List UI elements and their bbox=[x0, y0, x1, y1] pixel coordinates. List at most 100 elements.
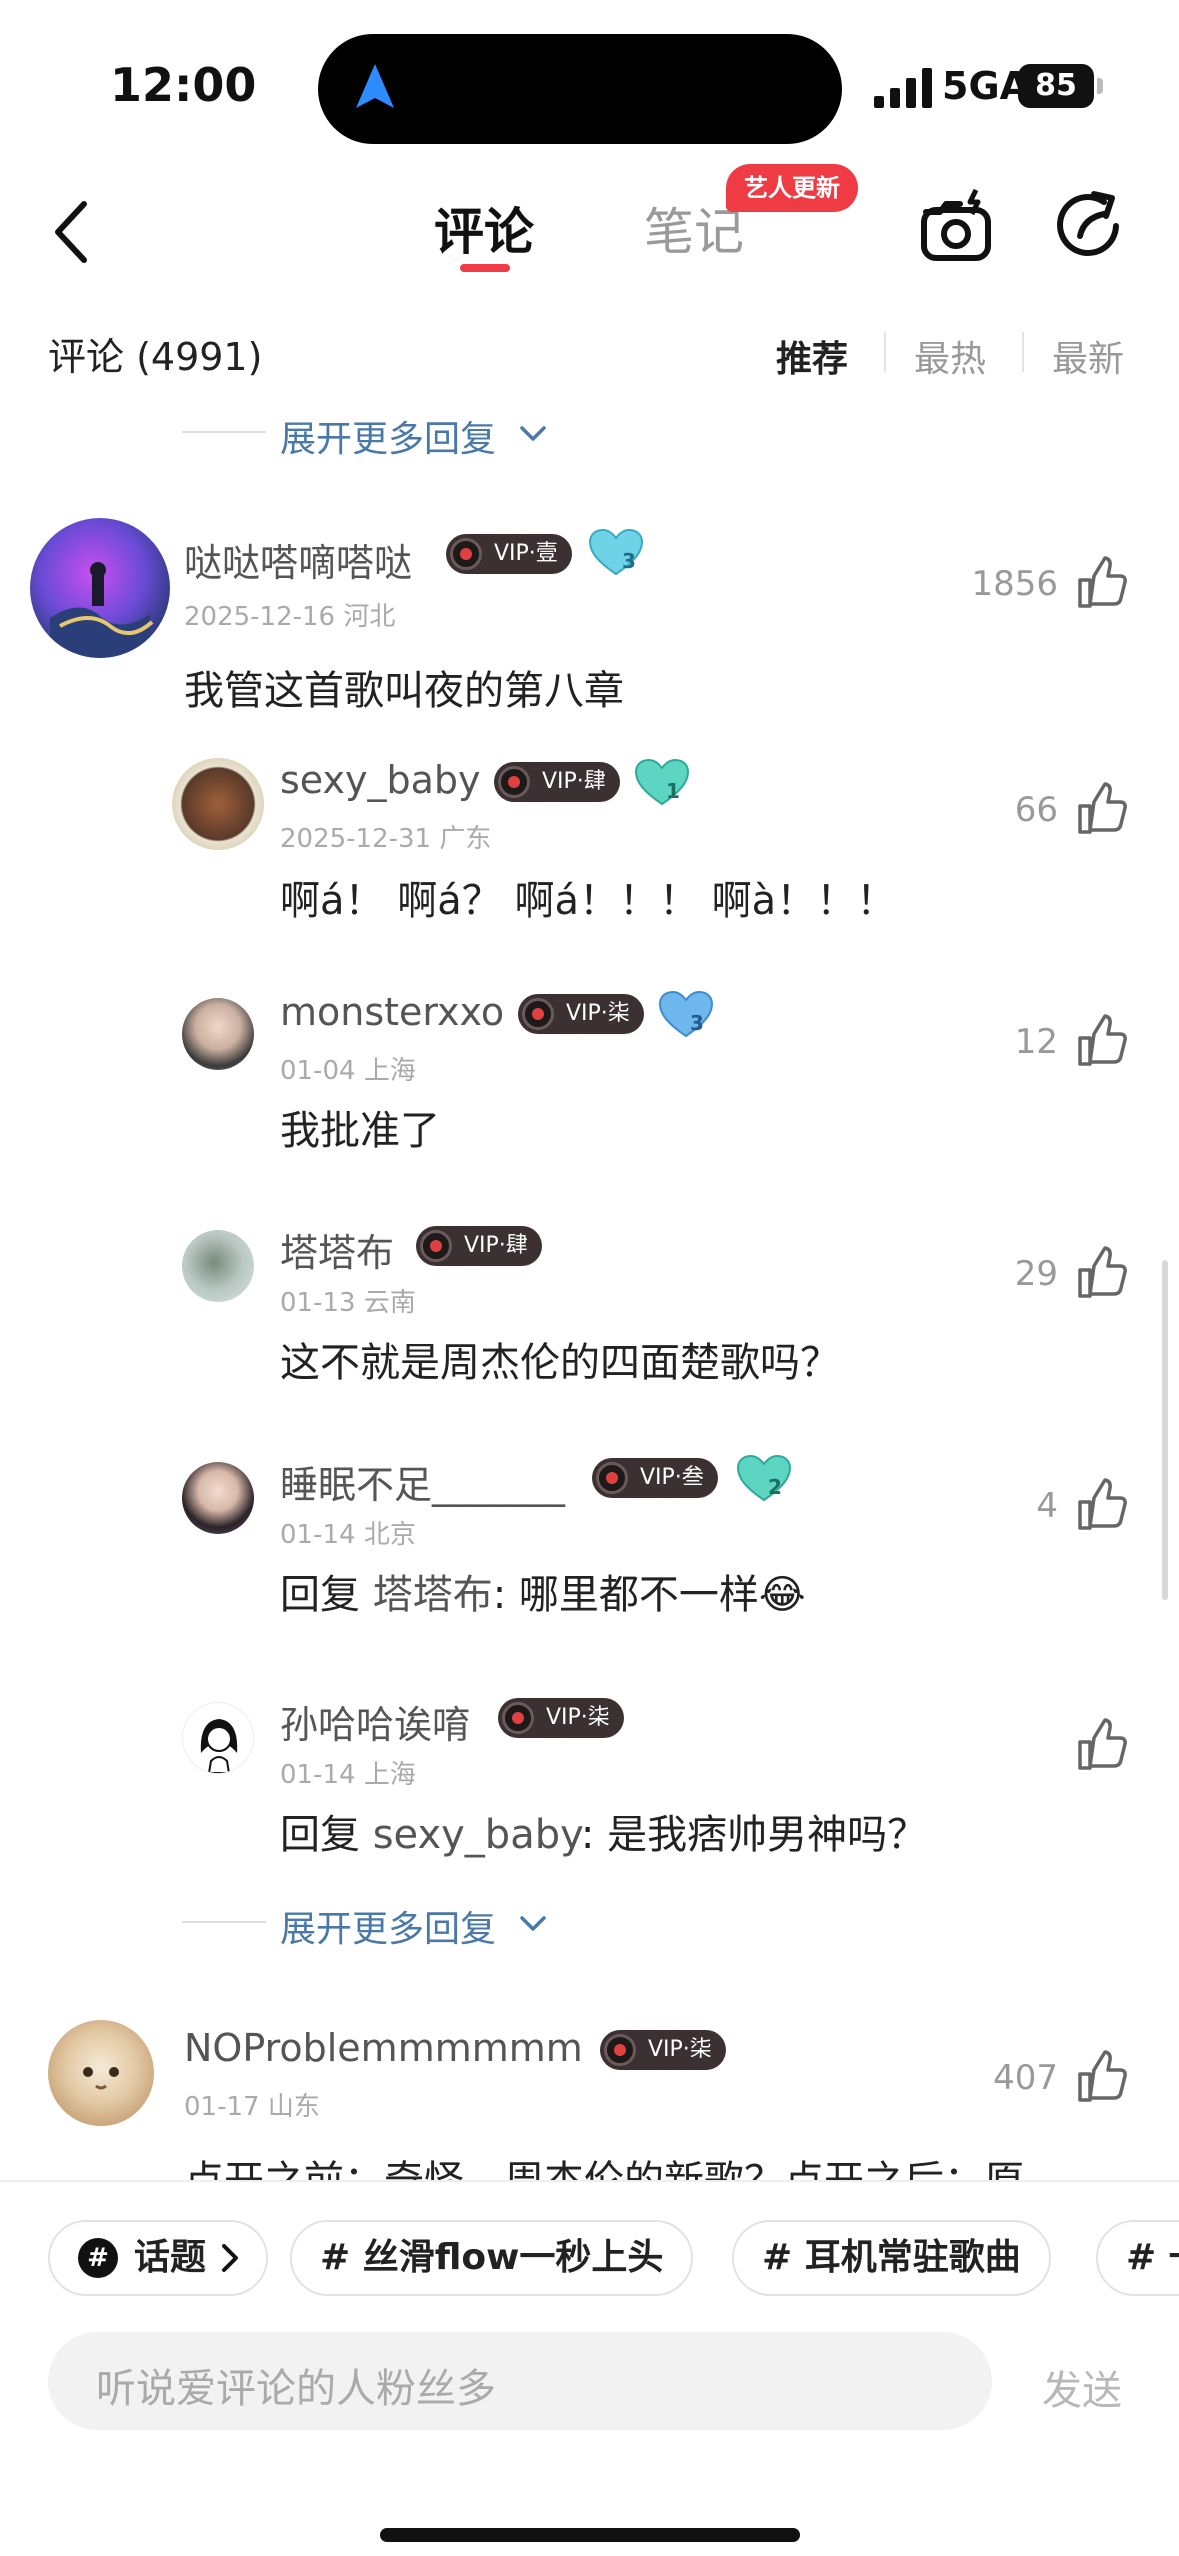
comment-date: 2025-12-31 广东 bbox=[280, 824, 492, 854]
reply-prefix: 回复 bbox=[280, 1812, 373, 1858]
reply-to-username[interactable]: 塔塔布 bbox=[373, 1572, 493, 1618]
expand-line bbox=[182, 431, 266, 433]
laughing-emoji-icon: 😂 bbox=[758, 1572, 806, 1618]
avatar[interactable] bbox=[182, 1462, 254, 1534]
vip-label: VIP·柒 bbox=[546, 1705, 610, 1730]
vip-badge: VIP·柒 bbox=[518, 994, 644, 1034]
camera-icon[interactable] bbox=[918, 188, 994, 264]
username[interactable]: 塔塔布 bbox=[280, 1222, 394, 1277]
vinyl-icon bbox=[450, 538, 482, 570]
battery-tip bbox=[1097, 78, 1103, 94]
sort-recommended[interactable]: 推荐 bbox=[776, 330, 848, 382]
cellular-signal-icon bbox=[874, 68, 932, 108]
avatar[interactable] bbox=[30, 518, 170, 658]
sort-hottest[interactable]: 最热 bbox=[914, 330, 986, 382]
comment-date: 01-14 上海 bbox=[280, 1760, 416, 1790]
back-arrow-icon[interactable] bbox=[44, 190, 104, 274]
comment-input[interactable]: 听说爱评论的人粉丝多 bbox=[48, 2332, 992, 2430]
topic-chip[interactable]: # 话题 bbox=[48, 2220, 269, 2296]
like-count: 29 bbox=[1014, 1254, 1058, 1294]
status-bar: 12:00 5GA 85 bbox=[0, 0, 1179, 160]
vip-label: VIP·柒 bbox=[566, 1001, 630, 1026]
username[interactable]: monsterxxo bbox=[280, 990, 504, 1034]
sort-newest[interactable]: 最新 bbox=[1052, 330, 1124, 382]
hashtag-chip[interactable]: # 丝滑flow一秒上头 bbox=[290, 2220, 694, 2296]
hashtag-chip[interactable]: # 耳机常驻歌曲 bbox=[732, 2220, 1051, 2296]
battery-indicator: 85 bbox=[1018, 64, 1094, 108]
active-tab-indicator bbox=[460, 264, 510, 272]
thumbs-up-icon[interactable] bbox=[1074, 556, 1128, 610]
svg-text:3: 3 bbox=[622, 549, 636, 573]
avatar[interactable] bbox=[182, 998, 254, 1070]
thumbs-up-icon[interactable] bbox=[1074, 1478, 1128, 1532]
fan-heart-icon: 3 bbox=[588, 528, 644, 576]
thumbs-up-icon[interactable] bbox=[1074, 1718, 1128, 1772]
send-button[interactable]: 发送 bbox=[1042, 2358, 1122, 2416]
scrollbar[interactable] bbox=[1162, 1260, 1168, 1600]
reply-body: : 哪里都不一样 bbox=[492, 1572, 759, 1618]
vip-label: VIP·叁 bbox=[640, 1465, 704, 1490]
top-nav: 评论 笔记 艺人更新 bbox=[0, 160, 1179, 310]
hashtag-chip[interactable]: # 一 bbox=[1096, 2220, 1179, 2296]
username[interactable]: sexy_baby bbox=[280, 758, 481, 802]
vinyl-icon bbox=[522, 998, 554, 1030]
vip-badge: VIP·柒 bbox=[600, 2030, 726, 2070]
share-icon[interactable] bbox=[1050, 186, 1130, 266]
comment-text: 这不就是周杰伦的四面楚歌吗？ bbox=[280, 1340, 840, 1386]
reply-to-username[interactable]: sexy_baby bbox=[373, 1812, 581, 1858]
avatar[interactable] bbox=[182, 1230, 254, 1302]
sort-divider bbox=[884, 332, 886, 372]
comment-text: 我批准了 bbox=[280, 1108, 440, 1154]
comment-count: 评论 (4991) bbox=[48, 335, 263, 379]
thumbs-up-icon[interactable] bbox=[1074, 782, 1128, 836]
vip-badge: VIP·壹 bbox=[446, 534, 572, 574]
like-count: 407 bbox=[993, 2058, 1058, 2098]
thumbs-up-icon[interactable] bbox=[1074, 1014, 1128, 1068]
thumbs-up-icon[interactable] bbox=[1074, 2050, 1128, 2104]
cat-avatar-icon bbox=[83, 2067, 119, 2090]
avatar[interactable] bbox=[48, 2020, 154, 2126]
fan-heart-icon: 2 bbox=[736, 1454, 792, 1502]
comment-date: 01-04 上海 bbox=[280, 1056, 416, 1086]
thumbs-up-icon[interactable] bbox=[1074, 1246, 1128, 1300]
like-count: 66 bbox=[1014, 790, 1058, 830]
comment-composer: # 话题 # 丝滑flow一秒上头 # 耳机常驻歌曲 # 一 听说爱评论的人粉丝… bbox=[0, 2182, 1179, 2556]
vinyl-icon bbox=[420, 1230, 452, 1262]
home-indicator[interactable] bbox=[380, 2528, 800, 2542]
status-time: 12:00 bbox=[110, 58, 257, 112]
reply-body: : 是我痞帅男神吗？ bbox=[580, 1812, 928, 1858]
topic-chip-label: 话题 bbox=[134, 2237, 207, 2278]
navigation-arrow-icon bbox=[356, 64, 394, 108]
comment-text: 啊á！ 啊á？ 啊á！！！ 啊à！！！ bbox=[280, 878, 897, 924]
artist-update-badge: 艺人更新 bbox=[726, 164, 858, 212]
vinyl-icon bbox=[498, 766, 530, 798]
network-type: 5GA bbox=[942, 64, 1030, 108]
hashtag-icon: # bbox=[78, 2238, 118, 2278]
comment-text: 我管这首歌叫夜的第八章 bbox=[184, 668, 624, 714]
username[interactable]: 孙哈哈诶唷 bbox=[280, 1694, 470, 1749]
fan-heart-icon: 3 bbox=[658, 990, 714, 1038]
svg-text:2: 2 bbox=[768, 1475, 782, 1499]
comment-date: 01-17 山东 bbox=[184, 2092, 320, 2122]
expand-line bbox=[182, 1921, 266, 1923]
tab-comments[interactable]: 评论 bbox=[434, 192, 534, 264]
vip-label: VIP·肆 bbox=[542, 769, 606, 794]
vip-badge: VIP·柒 bbox=[498, 1698, 624, 1738]
avatar[interactable] bbox=[182, 1702, 254, 1774]
girl-sketch-icon bbox=[200, 1719, 238, 1773]
vip-label: VIP·柒 bbox=[648, 2037, 712, 2062]
expand-more-label: 展开更多回复 bbox=[280, 419, 497, 460]
username[interactable]: 哒哒嗒嘀嗒哒 bbox=[184, 532, 412, 587]
chevron-down-icon bbox=[520, 426, 546, 441]
vip-label: VIP·壹 bbox=[494, 541, 558, 566]
avatar[interactable] bbox=[172, 758, 264, 850]
chevron-right-icon bbox=[222, 2244, 239, 2272]
chevron-down-icon bbox=[520, 1916, 546, 1931]
like-count: 12 bbox=[1014, 1022, 1058, 1062]
username[interactable]: 睡眠不足_______ bbox=[280, 1454, 565, 1509]
svg-text:3: 3 bbox=[690, 1011, 704, 1035]
username[interactable]: NOProblemmmmmm bbox=[184, 2026, 583, 2070]
comment-input-placeholder: 听说爱评论的人粉丝多 bbox=[96, 2366, 496, 2412]
expand-more-label: 展开更多回复 bbox=[280, 1909, 497, 1950]
vip-label: VIP·肆 bbox=[464, 1233, 528, 1258]
